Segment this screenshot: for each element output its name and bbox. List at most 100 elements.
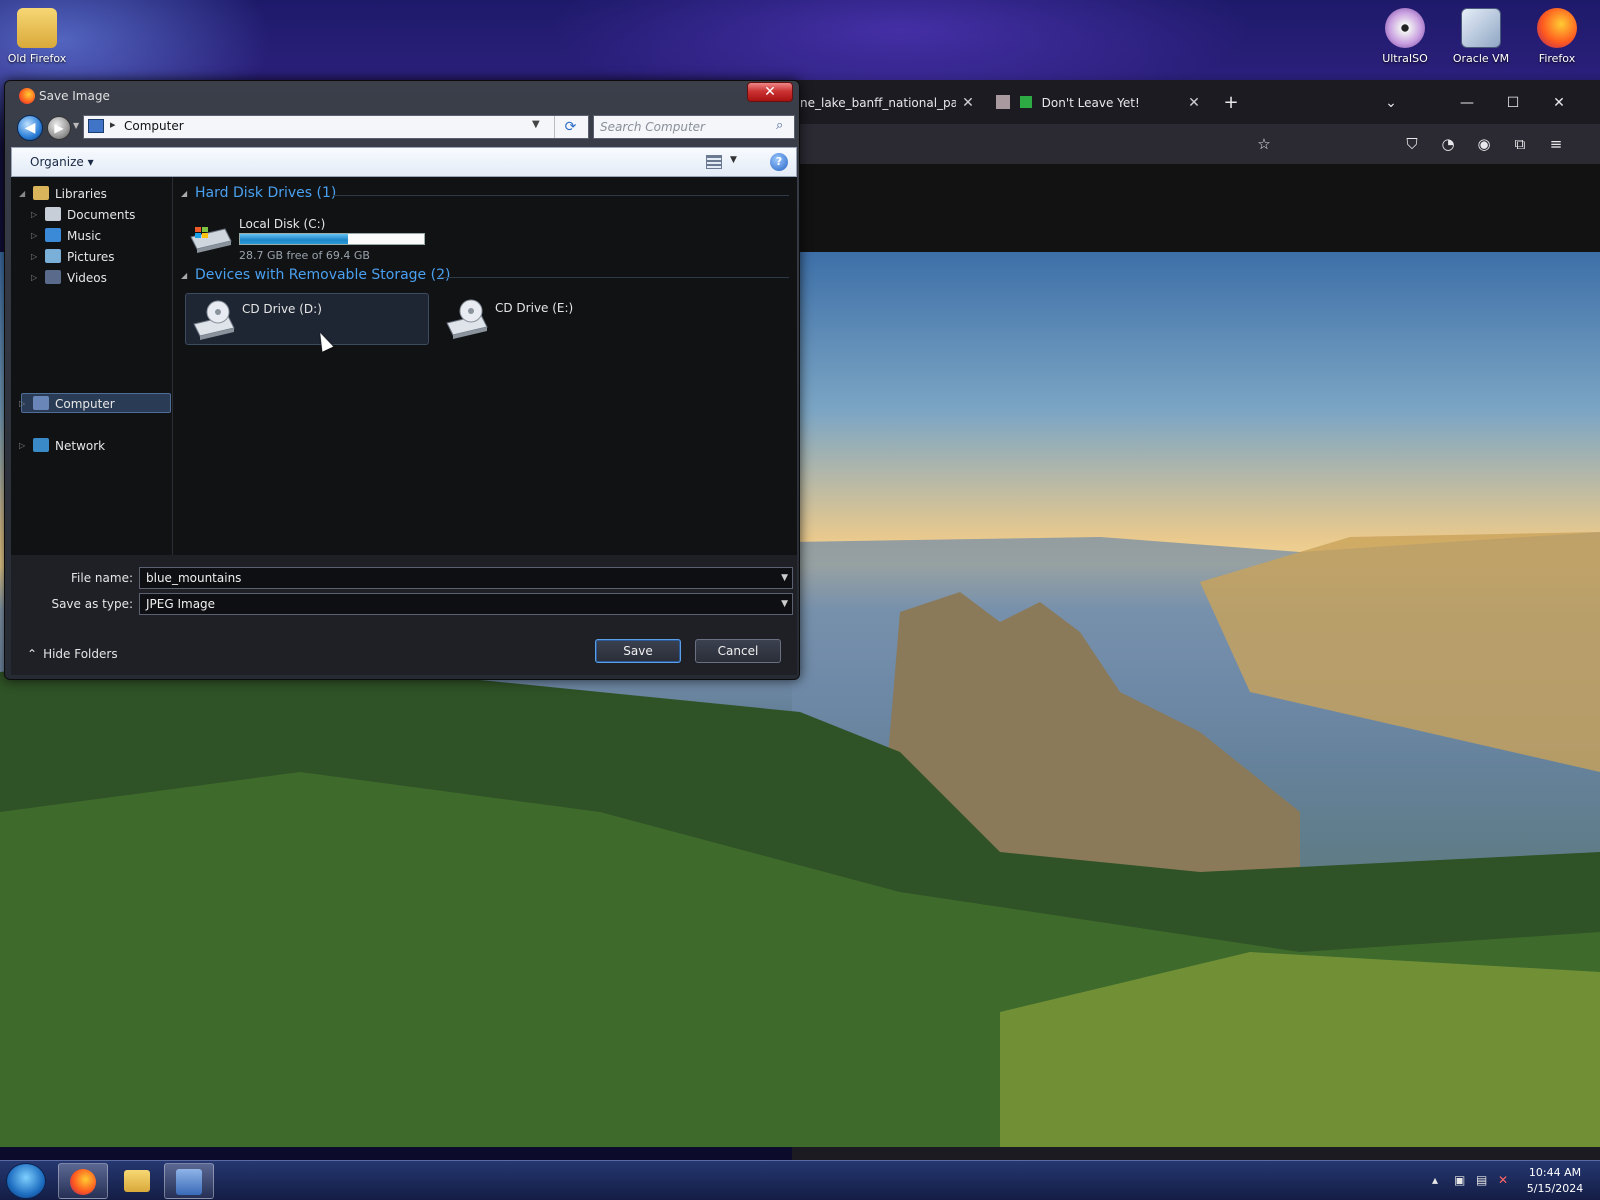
drive-local-disk-c[interactable]: Local Disk (C:) 28.7 GB free of 69.4 GB: [183, 209, 427, 262]
drive-cd-d[interactable]: CD Drive (D:): [185, 293, 429, 345]
tree-item-libraries[interactable]: Libraries: [33, 185, 107, 203]
start-button[interactable]: [6, 1163, 46, 1199]
tree-item-music[interactable]: Music: [45, 227, 101, 245]
expand-arrow-icon[interactable]: ▷: [31, 206, 37, 224]
tree-item-network[interactable]: Network: [33, 437, 105, 455]
cancel-button[interactable]: Cancel: [695, 639, 781, 663]
cd-drive-icon: [446, 299, 488, 339]
volume-muted-icon[interactable]: ✕: [1498, 1173, 1508, 1187]
desktop-icon-label: UltraISO: [1382, 52, 1428, 65]
dialog-title: Save Image: [39, 89, 110, 103]
refresh-icon[interactable]: ⟳: [554, 116, 586, 138]
address-dropdown-icon[interactable]: ▼: [532, 119, 540, 130]
tree-item-pictures[interactable]: Pictures: [45, 248, 115, 266]
taskbar-firefox[interactable]: [58, 1163, 108, 1199]
hide-folders-button[interactable]: ⌃ Hide Folders: [27, 647, 118, 661]
forward-button[interactable]: ▶: [47, 116, 71, 140]
folder-icon: [124, 1170, 150, 1192]
desktop-icon-ultraiso[interactable]: UltraISO: [1370, 8, 1440, 65]
desktop-icon-firefox[interactable]: Firefox: [1522, 8, 1592, 65]
tree-item-label: Music: [67, 229, 102, 243]
collapse-arrow-icon[interactable]: ◢: [181, 271, 187, 280]
tab-label: ne_lake_banff_national_park.j: [800, 96, 956, 110]
bookmark-star-icon[interactable]: ☆: [1252, 132, 1276, 156]
drive-cd-e[interactable]: CD Drive (E:): [439, 293, 683, 345]
cd-drive-icon: [193, 300, 235, 340]
close-window-button[interactable]: ✕: [1544, 88, 1574, 118]
tree-item-documents[interactable]: Documents: [45, 206, 135, 224]
desktop-icon-label: Old Firefox: [7, 52, 67, 65]
tab-close-button[interactable]: ✕: [958, 88, 978, 118]
search-box[interactable]: Search Computer ⌕: [593, 115, 795, 139]
extensions-icon[interactable]: ⧉: [1508, 132, 1532, 156]
desktop-icon-oracle-vm[interactable]: Oracle VM: [1446, 8, 1516, 65]
tree-item-label: Computer: [55, 397, 115, 411]
save-type-value: JPEG Image: [146, 597, 216, 611]
page-header-area: [792, 164, 1600, 252]
tab-list-button[interactable]: ⌄: [1376, 88, 1406, 118]
group-header-hard-disk[interactable]: Hard Disk Drives (1): [195, 185, 336, 201]
recent-pages-dropdown[interactable]: ▼: [73, 121, 79, 130]
expand-arrow-icon[interactable]: ◢: [19, 185, 25, 203]
account-icon[interactable]: ◉: [1472, 132, 1496, 156]
expand-arrow-icon[interactable]: ▷: [19, 437, 25, 455]
tree-item-label: Network: [55, 439, 106, 453]
file-name-dropdown-icon[interactable]: ▼: [781, 568, 788, 588]
drive-name: CD Drive (D:): [242, 302, 322, 316]
network-icon[interactable]: ▤: [1476, 1173, 1487, 1187]
libraries-icon: [33, 186, 49, 200]
help-icon[interactable]: ?: [770, 153, 788, 171]
show-hidden-icons-icon[interactable]: ▴: [1432, 1173, 1438, 1187]
drive-name: CD Drive (E:): [495, 301, 574, 315]
search-input[interactable]: Search Computer: [600, 120, 705, 134]
expand-arrow-icon[interactable]: ▷: [31, 227, 37, 245]
address-location[interactable]: Computer: [124, 119, 184, 133]
views-dropdown-icon[interactable]: ▼: [730, 155, 737, 165]
drive-usage-bar: [239, 233, 425, 245]
dialog-close-button[interactable]: ✕: [747, 82, 793, 102]
file-name-input[interactable]: blue_mountains ▼: [139, 567, 793, 589]
chevron-up-icon: ⌃: [27, 647, 38, 661]
new-tab-button[interactable]: +: [1216, 88, 1246, 118]
tab-close-button[interactable]: ✕: [1184, 88, 1204, 118]
save-type-dropdown-icon[interactable]: ▼: [781, 594, 788, 614]
device-icon[interactable]: ▣: [1454, 1173, 1465, 1187]
address-bar[interactable]: ▸ Computer ▼ ⟳: [83, 115, 589, 139]
minimize-button[interactable]: —: [1452, 88, 1482, 118]
maximize-button[interactable]: ☐: [1498, 88, 1528, 118]
command-bar: Organize ▾ ▼ ?: [11, 147, 797, 177]
back-button[interactable]: ◀: [17, 115, 43, 141]
organize-button[interactable]: Organize ▾: [30, 155, 94, 169]
tab-banff[interactable]: ne_lake_banff_national_park.j: [800, 88, 956, 118]
expand-arrow-icon[interactable]: ▷: [31, 248, 37, 266]
tree-item-videos[interactable]: Videos: [45, 269, 107, 287]
pocket-icon[interactable]: ⛉: [1400, 132, 1424, 156]
check-icon: [1019, 96, 1032, 108]
videos-icon: [45, 270, 61, 284]
file-list-pane: ◢ Hard Disk Drives (1) Local Disk (C:) 2…: [173, 177, 797, 555]
save-type-label: Save as type:: [51, 597, 133, 611]
collapse-arrow-icon[interactable]: ◢: [181, 189, 187, 198]
clock[interactable]: 10:44 AM 5/15/2024: [1520, 1165, 1590, 1197]
tree-item-computer[interactable]: Computer: [33, 395, 115, 413]
music-icon: [45, 228, 61, 242]
breadcrumb-chevron-icon[interactable]: ▸: [110, 118, 116, 131]
group-header-removable[interactable]: Devices with Removable Storage (2): [195, 267, 450, 283]
taskbar-app-3[interactable]: [164, 1163, 214, 1199]
desktop-icon-old-firefox[interactable]: Old Firefox: [2, 8, 72, 65]
views-icon[interactable]: [706, 155, 722, 169]
menu-icon[interactable]: ≡: [1544, 132, 1568, 156]
hard-drive-icon: [190, 227, 232, 253]
expand-arrow-icon[interactable]: ▷: [19, 395, 25, 413]
desktop-icon-label: Oracle VM: [1452, 52, 1510, 65]
tab-bar: ne_lake_banff_national_park.j ✕ Don't Le…: [792, 80, 1600, 124]
expand-arrow-icon[interactable]: ▷: [31, 269, 37, 287]
save-button[interactable]: Save: [595, 639, 681, 663]
vpn-icon[interactable]: ◔: [1436, 132, 1460, 156]
tree-item-label: Libraries: [55, 187, 107, 201]
documents-icon: [45, 207, 61, 221]
tab-dont-leave-yet[interactable]: Don't Leave Yet!: [996, 88, 1176, 118]
search-icon[interactable]: ⌕: [776, 118, 783, 133]
save-type-select[interactable]: JPEG Image ▼: [139, 593, 793, 615]
taskbar-explorer[interactable]: [112, 1163, 162, 1199]
